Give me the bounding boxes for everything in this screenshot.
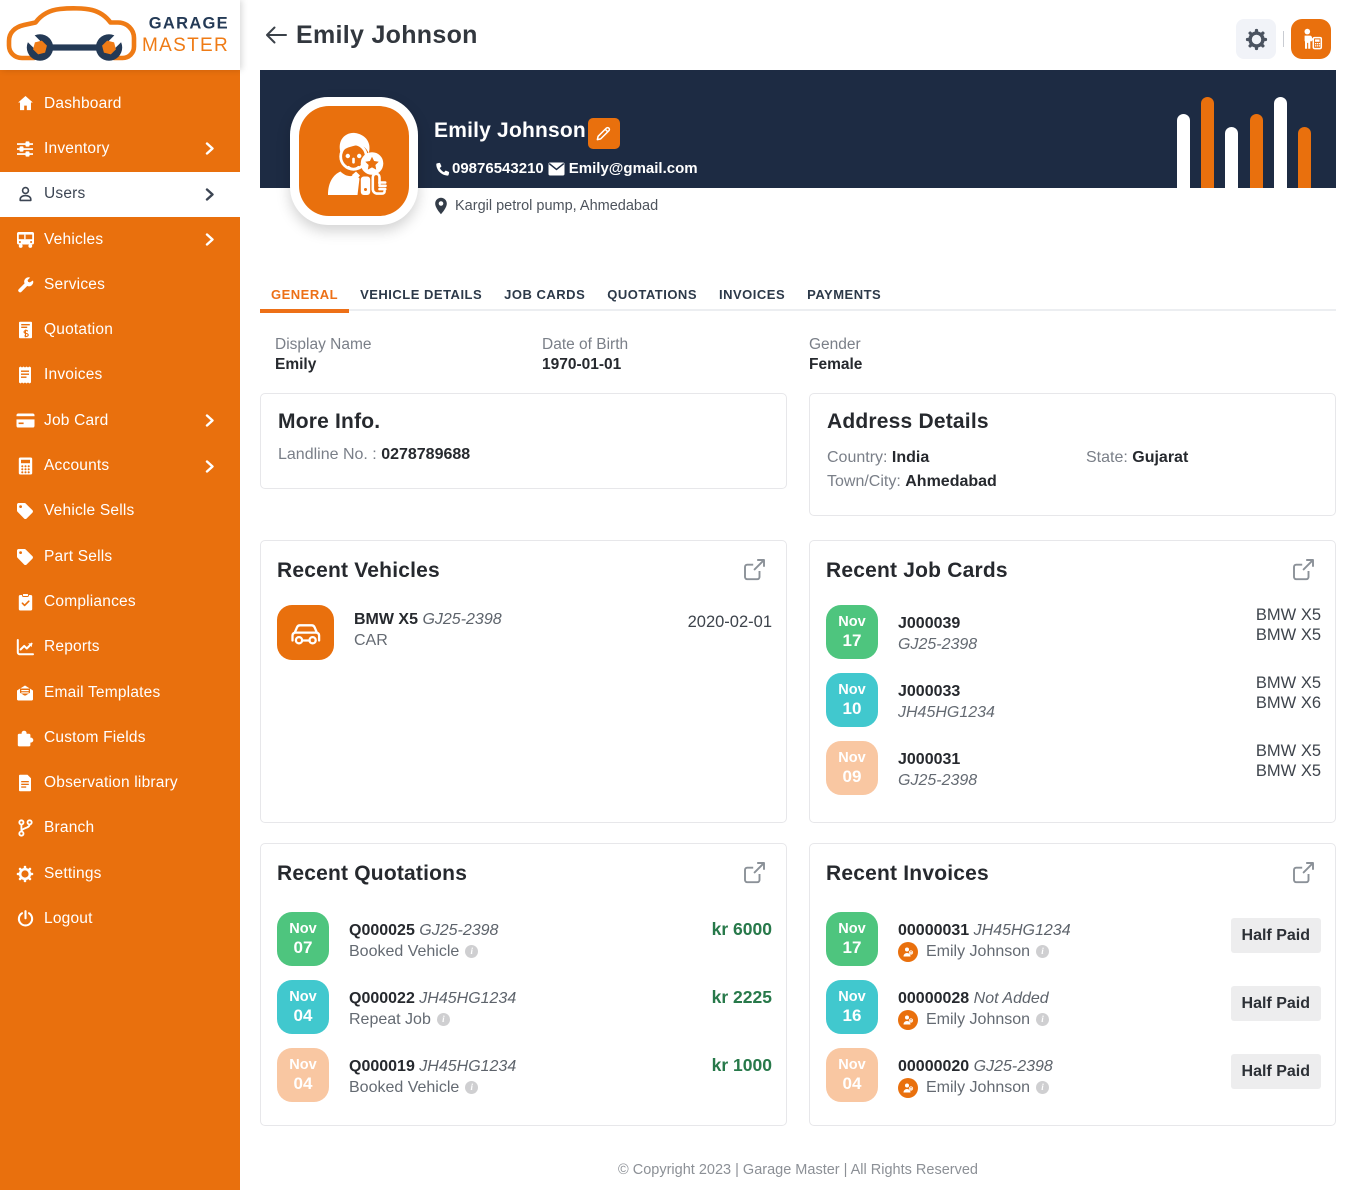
svg-text:MASTER: MASTER bbox=[142, 35, 229, 56]
svg-text:GARAGE: GARAGE bbox=[149, 15, 229, 33]
